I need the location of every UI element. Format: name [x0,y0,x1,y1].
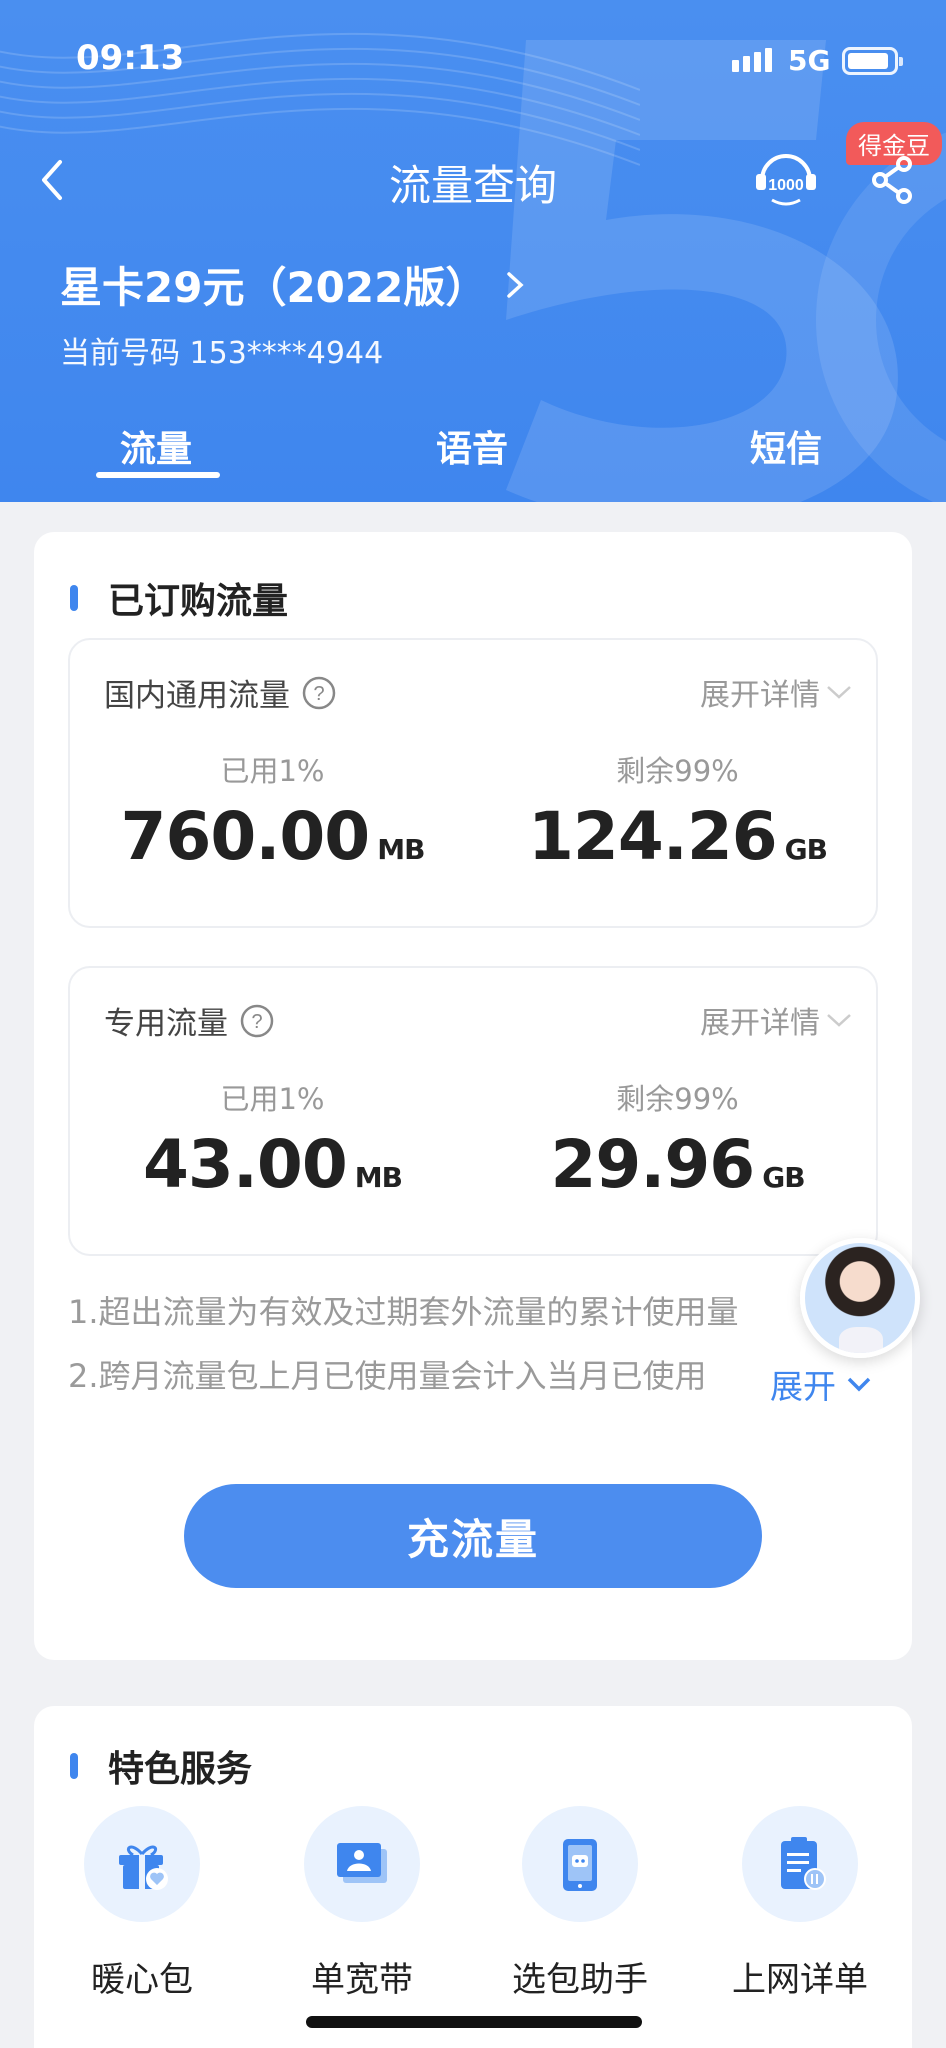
expand-details-label: 展开详情 [700,678,820,713]
section-title-text: 已订购流量 [108,581,289,622]
service-plan-assistant[interactable]: 选包助手 [480,1806,680,2001]
status-time: 09:13 [76,38,185,78]
note-line: 1.超出流量为有效及过期套外流量的累计使用量 [68,1293,739,1331]
used-unit: MB [354,1161,403,1194]
used-stat: 已用1% 43.00 MB [70,1076,475,1203]
broadband-icon [337,1843,387,1883]
section-marker [70,585,78,611]
dedicated-data-box: 专用流量 ? 展开详情 已用1% 43.00 MB 剩余99% 29.96 GB [68,966,878,1256]
status-bar: 09:13 5G [0,0,946,120]
note-line: 2.跨月流量包上月已使用量会计入当月已使用 [68,1357,707,1395]
remaining-unit: GB [784,833,828,866]
box-title-text: 国内通用流量 [104,678,290,714]
remaining-stat: 剩余99% 29.96 GB [475,1076,880,1203]
service-label: 暖心包 [91,1960,193,2000]
remaining-value: 29.96 [550,1126,755,1203]
section-title-text: 特色服务 [108,1749,253,1790]
service-usage-detail[interactable]: 上网详单 [700,1806,900,2001]
share-icon[interactable] [868,154,918,204]
plan-name-link[interactable]: 星卡29元（2022版） [60,254,527,315]
remaining-amount: 124.26 GB [475,798,880,875]
tab-sms[interactable]: 短信 [706,420,866,472]
tab-data[interactable]: 流量 [76,420,236,472]
battery-icon [842,47,903,75]
service-icon-wrap [84,1806,200,1922]
expand-notes-label: 展开 [770,1367,836,1406]
svg-text:?: ? [313,683,324,705]
customer-service-10000-icon[interactable]: 1000 [752,150,820,210]
gift-icon [119,1845,168,1890]
robot-phone-icon [563,1839,597,1891]
help-icon[interactable]: ? [302,676,336,710]
assistant-avatar[interactable] [800,1238,920,1358]
tab-voice[interactable]: 语音 [392,420,552,472]
section-title: 已订购流量 [70,572,288,624]
remaining-label: 剩余99% [616,1082,739,1116]
remaining-value: 124.26 [527,798,778,875]
used-value: 43.00 [143,1126,348,1203]
section-marker [70,1753,78,1779]
used-stat: 已用1% 760.00 MB [70,748,475,875]
used-amount: 43.00 MB [70,1126,475,1203]
service-label: 选包助手 [512,1960,648,2000]
remaining-label: 剩余99% [616,754,739,788]
box-title: 国内通用流量 ? [104,670,336,715]
usage-notes: 1.超出流量为有效及过期套外流量的累计使用量 2.跨月流量包上月已使用量会计入当… [68,1280,878,1408]
remaining-unit: GB [762,1161,805,1194]
active-tab-indicator [96,472,220,478]
clipboard-icon [781,1837,826,1890]
svg-text:?: ? [251,1011,262,1033]
expand-details-button[interactable]: 展开详情 [700,998,854,1042]
chevron-down-icon [827,686,851,699]
used-label: 已用1% [220,1082,325,1116]
domestic-data-box: 国内通用流量 ? 展开详情 已用1% 760.00 MB 剩余99% 124.26… [68,638,878,928]
signal-icon [732,48,772,72]
used-value: 760.00 [120,798,371,875]
service-label: 单宽带 [311,1960,413,2000]
plan-name: 星卡29元（2022版） [60,263,488,312]
current-number-label: 当前号码 [60,336,180,371]
current-number-value: 153****4944 [189,336,384,371]
purchased-data-card: 已订购流量 国内通用流量 ? 展开详情 已用1% 760.00 MB 剩余99% … [34,532,912,1660]
home-indicator [306,2016,642,2028]
svg-text:1000: 1000 [768,177,804,194]
used-unit: MB [377,833,425,866]
service-icon-wrap [304,1806,420,1922]
featured-services-card: 特色服务 暖心包 单宽带 选包助手 上网详单 [34,1706,912,2048]
service-icon-wrap [522,1806,638,1922]
expand-notes-button[interactable]: 展开 [766,1360,872,1408]
remaining-stat: 剩余99% 124.26 GB [475,748,880,875]
service-broadband[interactable]: 单宽带 [262,1806,462,2001]
chevron-right-icon [507,271,524,298]
help-icon[interactable]: ? [240,1004,274,1038]
tab-bar: 流量 语音 短信 [0,420,946,480]
box-title-text: 专用流量 [104,1006,228,1042]
service-icon-wrap [742,1806,858,1922]
used-label: 已用1% [220,754,325,788]
used-amount: 760.00 MB [70,798,475,875]
network-type: 5G [788,44,831,77]
section-title: 特色服务 [70,1740,252,1792]
expand-details-label: 展开详情 [700,1006,820,1041]
box-title: 专用流量 ? [104,998,274,1043]
remaining-amount: 29.96 GB [475,1126,880,1203]
expand-details-button[interactable]: 展开详情 [700,670,854,714]
recharge-data-button[interactable]: 充流量 [184,1484,762,1588]
service-label: 上网详单 [732,1960,868,2000]
service-warm-package[interactable]: 暖心包 [42,1806,242,2001]
current-number: 当前号码 153****4944 [60,328,383,372]
chevron-down-icon [847,1377,871,1392]
chevron-down-icon [827,1014,851,1027]
